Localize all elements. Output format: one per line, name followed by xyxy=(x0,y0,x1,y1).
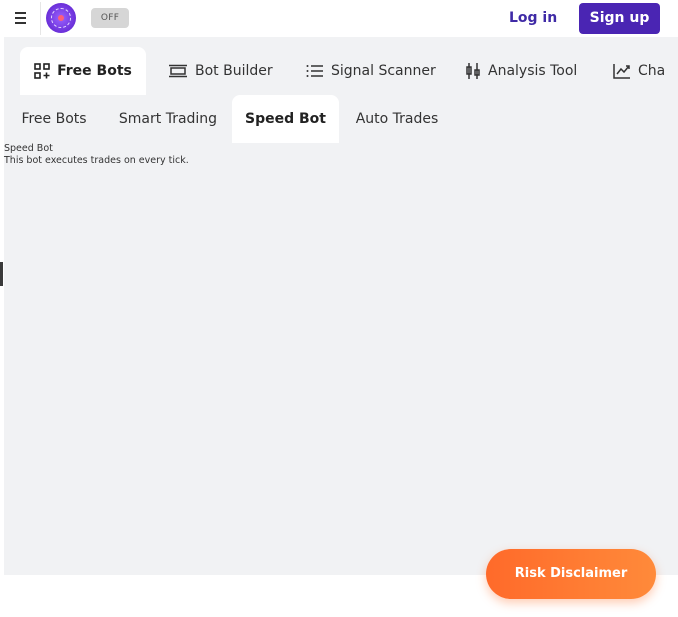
top-header: OFF Log in Sign up xyxy=(0,0,678,37)
bot-toggle[interactable]: OFF xyxy=(91,8,129,28)
signup-button[interactable]: Sign up xyxy=(579,3,660,34)
tab-label: Bot Builder xyxy=(195,63,273,79)
tab-bot-builder[interactable]: Bot Builder xyxy=(168,47,273,95)
subtab-smart-trading[interactable]: Smart Trading xyxy=(112,95,224,143)
hamburger-menu-icon[interactable] xyxy=(12,9,32,27)
tab-label: Analysis Tool xyxy=(488,63,578,79)
main-content: Free Bots Bot Builder Signal Scanner Ana… xyxy=(4,37,678,575)
tab-free-bots[interactable]: Free Bots xyxy=(20,47,146,95)
subtab-speed-bot[interactable]: Speed Bot xyxy=(232,95,339,143)
trend-chart-icon xyxy=(613,64,630,79)
tab-label: Free Bots xyxy=(57,63,132,79)
tab-signal-scanner[interactable]: Signal Scanner xyxy=(306,47,436,95)
tab-label: Signal Scanner xyxy=(331,63,436,79)
resize-handle[interactable] xyxy=(0,262,3,286)
main-tab-bar: Free Bots Bot Builder Signal Scanner Ana… xyxy=(4,47,678,95)
page-title: Speed Bot xyxy=(4,143,53,154)
page-description: This bot executes trades on every tick. xyxy=(4,155,189,166)
tab-label: Cha xyxy=(638,63,666,79)
sub-tab-bar: Free Bots Smart Trading Speed Bot Auto T… xyxy=(4,95,678,143)
risk-disclaimer-button[interactable]: Risk Disclaimer xyxy=(486,549,656,599)
subtab-auto-trades[interactable]: Auto Trades xyxy=(347,95,447,143)
tab-charts[interactable]: Cha xyxy=(613,47,665,95)
stack-icon xyxy=(169,64,187,78)
subtab-free-bots[interactable]: Free Bots xyxy=(4,95,104,143)
app-logo[interactable] xyxy=(46,3,76,33)
tab-analysis-tool[interactable]: Analysis Tool xyxy=(465,47,577,95)
candlestick-icon xyxy=(466,63,480,79)
login-button[interactable]: Log in xyxy=(509,10,557,26)
list-icon xyxy=(306,65,323,77)
header-divider xyxy=(40,2,41,35)
grid-plus-icon xyxy=(34,63,50,79)
